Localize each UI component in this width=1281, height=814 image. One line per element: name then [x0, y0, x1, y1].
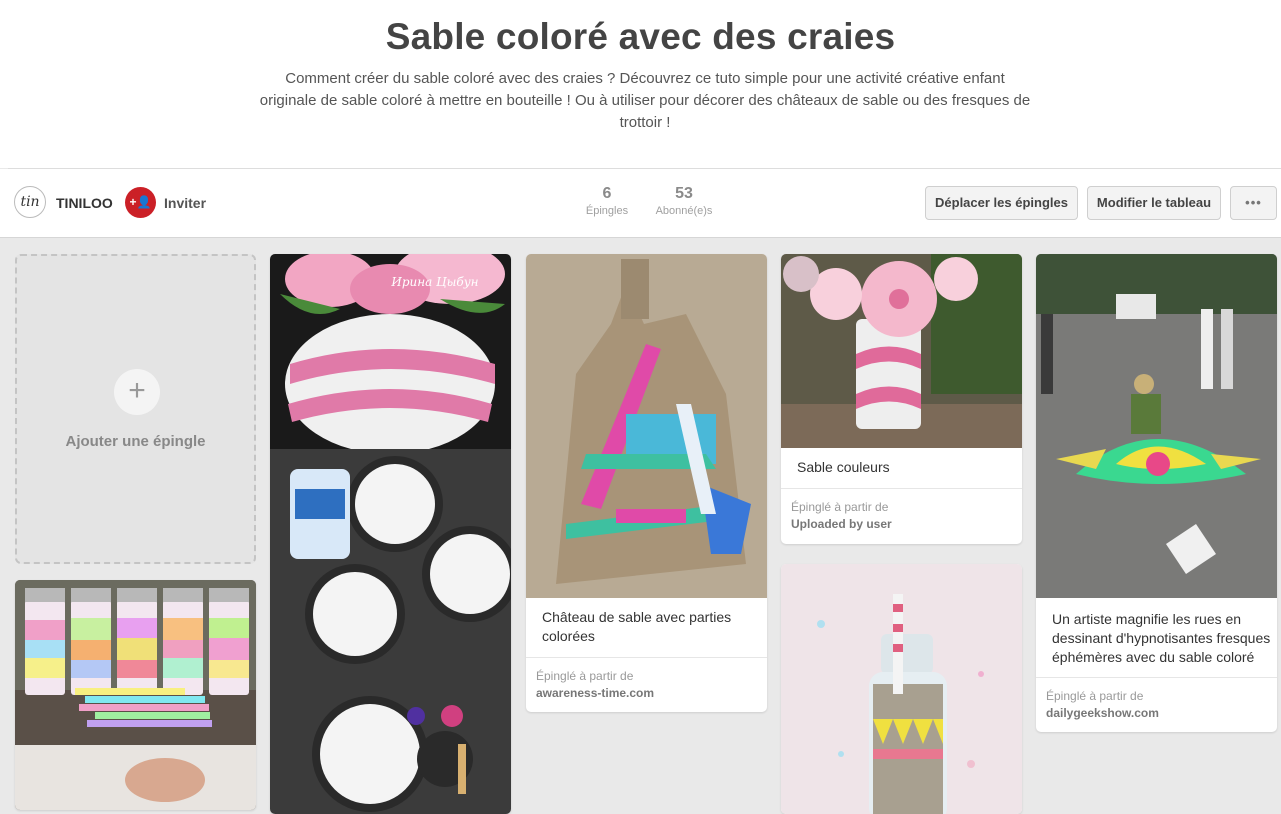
invite-link[interactable]: Inviter	[164, 195, 206, 211]
pin-source-label: Épinglé à partir de	[1046, 689, 1144, 703]
board-toolbar: tin TINILOO +👤 Inviter 6 Épingles 53 Abo…	[0, 169, 1281, 238]
board-description-line: trottoir !	[619, 114, 671, 131]
board-description: Comment créer du sable coloré avec des c…	[255, 68, 1035, 134]
pin-title-line: éphémères avec du sable coloré	[1052, 649, 1255, 665]
pin-title-line: colorées	[542, 628, 595, 644]
pin-pink-vase[interactable]: Ирина Цыбун	[270, 254, 511, 814]
followers-count-label: Abonné(e)s	[655, 205, 713, 217]
pins-count-value: 6	[602, 185, 612, 202]
pin-source-link[interactable]: dailygeekshow.com	[1046, 706, 1159, 720]
pin-title-line: Un artiste magnifie les rues en	[1052, 611, 1242, 627]
pin-image-pink-vase: Ирина Цыбун	[270, 254, 511, 814]
pin-image-street-artist	[1036, 254, 1277, 598]
pin-image-chalk-jars	[15, 580, 256, 810]
pin-title: Sable couleurs	[797, 459, 890, 475]
pin-title-line: Château de sable avec parties	[542, 609, 732, 625]
add-pin-label: Ajouter une épingle	[65, 433, 206, 450]
owner-avatar[interactable]: tin	[14, 186, 46, 218]
more-options-button[interactable]: •••	[1230, 186, 1277, 220]
pins-count-label: Épingles	[585, 205, 629, 217]
pin-source-label: Épinglé à partir de	[791, 500, 889, 514]
followers-count-stat[interactable]: 53 Abonné(e)s	[652, 185, 716, 217]
pin-sand-bottle[interactable]	[781, 564, 1022, 814]
pin-separator	[526, 657, 767, 658]
pin-title: Un artiste magnifie les rues en dessinan…	[1052, 610, 1270, 667]
pin-source-link[interactable]: awareness-time.com	[536, 686, 654, 700]
pin-title-line: dessinant d'hypnotisantes fresques	[1052, 630, 1271, 646]
pin-title: Château de sable avec parties colorées	[542, 608, 731, 646]
followers-count-value: 53	[675, 185, 693, 202]
pin-separator	[1036, 677, 1277, 678]
owner-name-link[interactable]: TINILOO	[56, 195, 113, 211]
edit-board-button[interactable]: Modifier le tableau	[1087, 186, 1221, 220]
pin-sandcastle[interactable]: Château de sable avec parties colorées É…	[526, 254, 767, 712]
pin-sable-couleurs[interactable]: Sable couleurs Épinglé à partir de Uploa…	[781, 254, 1022, 544]
move-pins-button[interactable]: Déplacer les épingles	[925, 186, 1078, 220]
pin-source-label: Épinglé à partir de	[536, 669, 634, 683]
pin-source-link[interactable]: Uploaded by user	[791, 517, 892, 531]
plus-icon: +	[114, 369, 160, 415]
pins-count-stat[interactable]: 6 Épingles	[584, 185, 630, 217]
board-description-line: Comment créer du sable coloré avec des c…	[285, 70, 1005, 87]
add-pin-card[interactable]: + Ajouter une épingle	[15, 254, 256, 564]
pin-image-sandcastle	[526, 254, 767, 598]
image-watermark: Ирина Цыбун	[390, 275, 478, 289]
invite-icon[interactable]: +👤	[125, 187, 156, 218]
pin-separator	[781, 488, 1022, 489]
board-header: Sable coloré avec des craies Comment cré…	[0, 0, 1281, 168]
pin-image-sand-bottle	[781, 564, 1022, 814]
board-description-line: originale de sable coloré à mettre en bo…	[259, 92, 1031, 109]
pin-image-sable-couleurs	[781, 254, 1022, 448]
pin-street-artist[interactable]: Un artiste magnifie les rues en dessinan…	[1036, 254, 1277, 732]
board-title: Sable coloré avec des craies	[385, 16, 896, 57]
pin-chalk-jars[interactable]	[15, 580, 256, 810]
